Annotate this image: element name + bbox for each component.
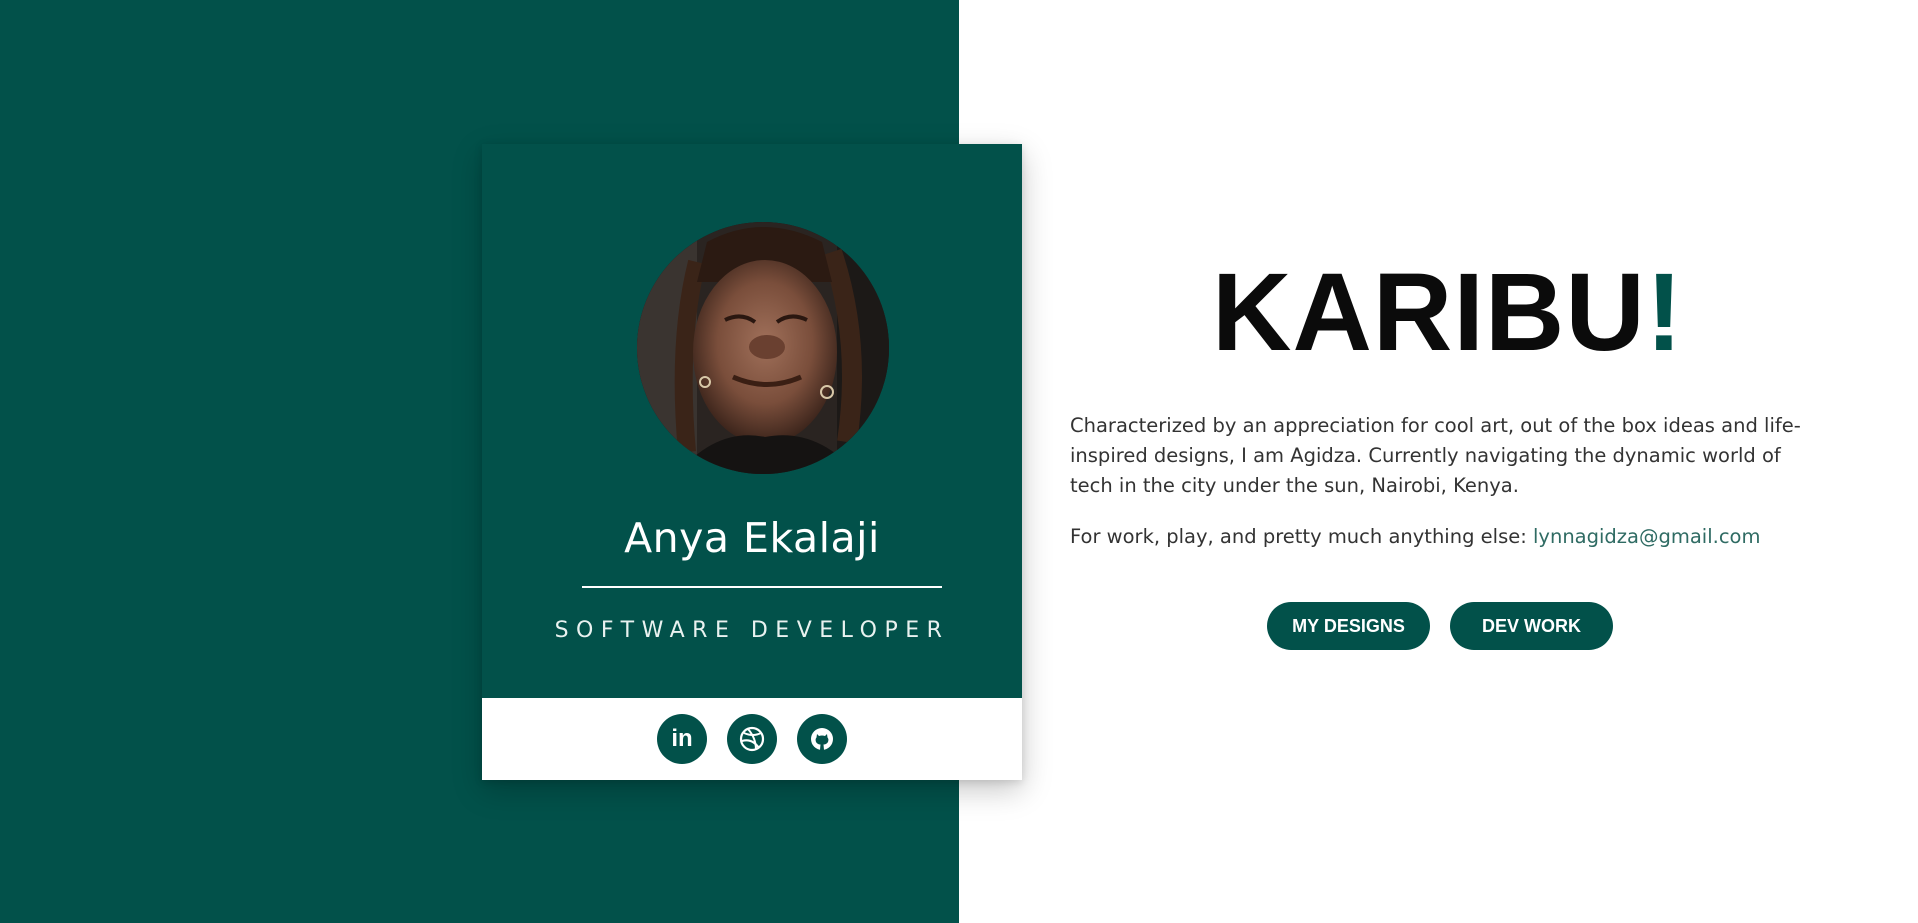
github-icon — [811, 728, 833, 750]
social-links-bar: in — [482, 698, 1022, 780]
name-divider — [582, 586, 942, 588]
profile-role: SOFTWARE DEVELOPER — [554, 618, 950, 643]
dev-work-button[interactable]: DEV WORK — [1450, 602, 1613, 650]
bio-paragraph: Characterized by an appreciation for coo… — [1070, 414, 1801, 497]
avatar-photo — [637, 222, 889, 474]
contact-prefix: For work, play, and pretty much anything… — [1070, 525, 1533, 548]
headline-exclamation: ! — [1645, 251, 1684, 374]
my-designs-button[interactable]: MY DESIGNS — [1267, 602, 1430, 650]
dribbble-button[interactable] — [727, 714, 777, 764]
github-button[interactable] — [797, 714, 847, 764]
hero-headline: KARIBU! — [1212, 258, 1683, 368]
linkedin-button[interactable]: in — [657, 714, 707, 764]
profile-name: Anya Ekalaji — [624, 514, 880, 562]
dribbble-icon — [739, 726, 765, 752]
linkedin-icon: in — [671, 725, 693, 752]
headline-text: KARIBU — [1212, 251, 1646, 374]
profile-card: Anya Ekalaji SOFTWARE DEVELOPER in — [482, 144, 1022, 780]
contact-paragraph: For work, play, and pretty much anything… — [1070, 522, 1810, 552]
page: Anya Ekalaji SOFTWARE DEVELOPER in KARIB… — [0, 0, 1918, 923]
avatar — [637, 222, 889, 474]
email-link[interactable]: lynnagidza@gmail.com — [1533, 525, 1761, 548]
